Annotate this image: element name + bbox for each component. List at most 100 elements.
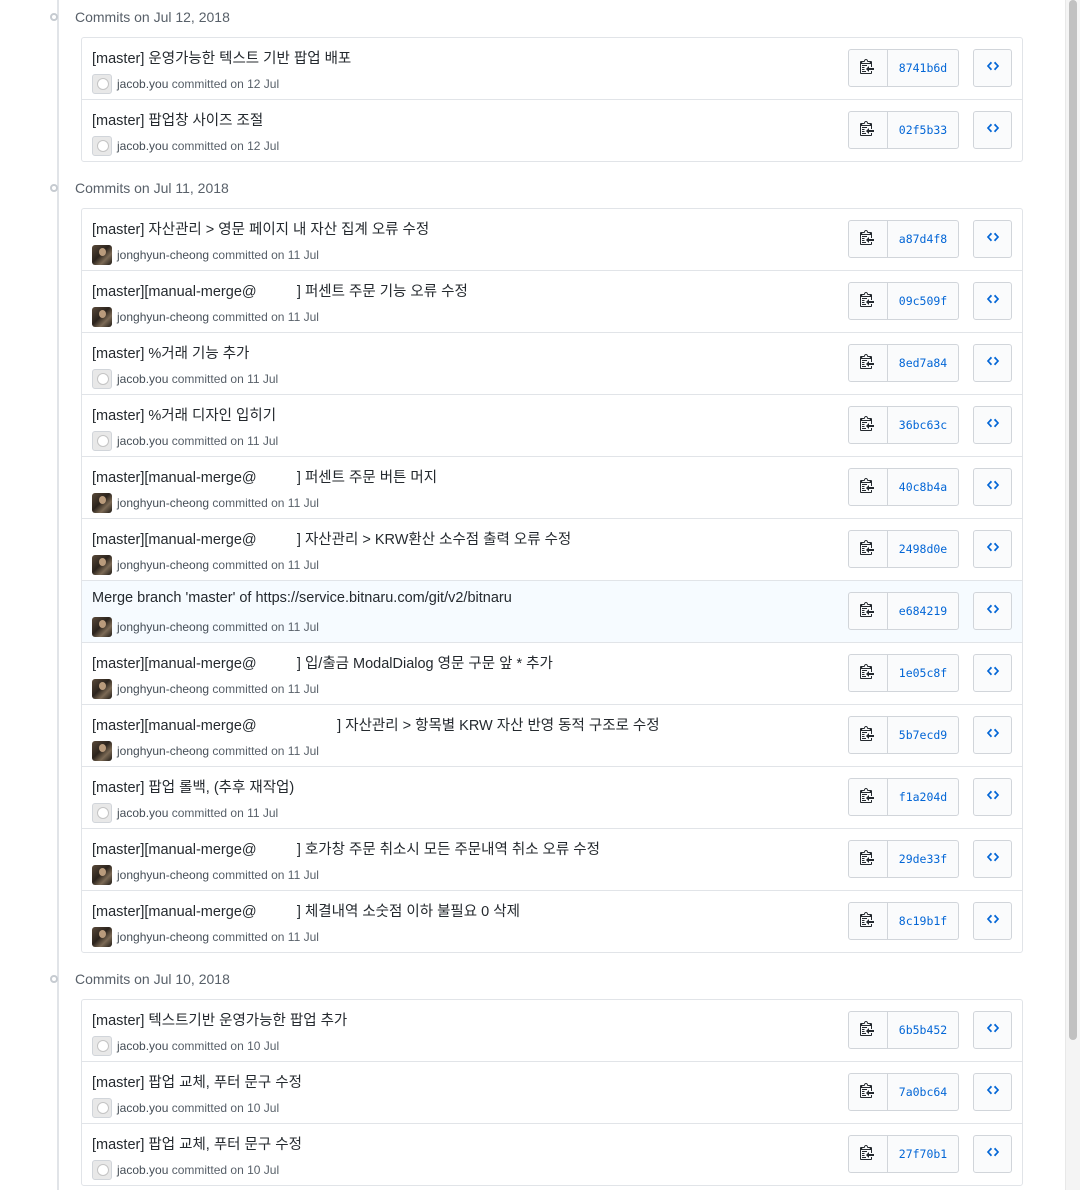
commit-sha-link[interactable]: 8ed7a84: [888, 345, 958, 381]
copy-sha-button[interactable]: [849, 221, 888, 257]
browse-repository-button[interactable]: [973, 592, 1012, 630]
commit-author-link[interactable]: jonghyun-cheong: [117, 744, 209, 758]
copy-sha-button[interactable]: [849, 112, 888, 148]
browse-repository-button[interactable]: [973, 778, 1012, 816]
commit-message-link[interactable]: [master] 팝업창 사이즈 조절: [92, 109, 263, 130]
copy-sha-button[interactable]: [849, 1012, 888, 1048]
copy-sha-button[interactable]: [849, 841, 888, 877]
browse-repository-button[interactable]: [973, 282, 1012, 320]
commit-sha-link[interactable]: 40c8b4a: [888, 469, 958, 505]
commit-author-link[interactable]: jacob.you: [117, 77, 168, 91]
commit-message-link[interactable]: [master] 팝업 교체, 푸터 문구 수정: [92, 1071, 302, 1092]
commit-sha-link[interactable]: 02f5b33: [888, 112, 958, 148]
avatar[interactable]: [92, 803, 112, 823]
avatar[interactable]: [92, 136, 112, 156]
avatar[interactable]: [92, 927, 112, 947]
avatar[interactable]: [92, 245, 112, 265]
copy-sha-button[interactable]: [849, 531, 888, 567]
commit-sha-link[interactable]: 2498d0e: [888, 531, 958, 567]
avatar[interactable]: [92, 307, 112, 327]
copy-sha-button[interactable]: [849, 469, 888, 505]
commit-sha-link[interactable]: 5b7ecd9: [888, 717, 958, 753]
commit-message-link[interactable]: [master] 자산관리 > 영문 페이지 내 자산 집계 오류 수정: [92, 218, 429, 239]
commit-author-link[interactable]: jacob.you: [117, 1101, 168, 1115]
commit-author-link[interactable]: jonghyun-cheong: [117, 310, 209, 324]
browse-repository-button[interactable]: [973, 406, 1012, 444]
commit-sha-link[interactable]: 29de33f: [888, 841, 958, 877]
browse-repository-button[interactable]: [973, 49, 1012, 87]
commit-sha-link[interactable]: f1a204d: [888, 779, 958, 815]
commit-sha-link[interactable]: 7a0bc64: [888, 1074, 958, 1110]
browse-repository-button[interactable]: [973, 1073, 1012, 1111]
avatar[interactable]: [92, 1098, 112, 1118]
browse-repository-button[interactable]: [973, 468, 1012, 506]
commit-message-link[interactable]: [master][manual-merge@ ] 호가창 주문 취소시 모든 주…: [92, 838, 600, 859]
commit-message-link[interactable]: [master] 팝업 교체, 푸터 문구 수정: [92, 1133, 302, 1154]
copy-sha-button[interactable]: [849, 593, 888, 629]
avatar[interactable]: [92, 493, 112, 513]
browse-repository-button[interactable]: [973, 1135, 1012, 1173]
copy-sha-button[interactable]: [849, 407, 888, 443]
copy-sha-button[interactable]: [849, 50, 888, 86]
commit-sha-link[interactable]: 8c19b1f: [888, 903, 958, 939]
commit-sha-link[interactable]: 1e05c8f: [888, 655, 958, 691]
copy-sha-button[interactable]: [849, 1136, 888, 1172]
commit-author-link[interactable]: jacob.you: [117, 1039, 168, 1053]
copy-sha-button[interactable]: [849, 345, 888, 381]
avatar[interactable]: [92, 74, 112, 94]
commit-author-link[interactable]: jacob.you: [117, 1163, 168, 1177]
commit-author-link[interactable]: jonghyun-cheong: [117, 868, 209, 882]
commit-author-link[interactable]: jacob.you: [117, 139, 168, 153]
commit-sha-link[interactable]: a87d4f8: [888, 221, 958, 257]
commit-author-link[interactable]: jacob.you: [117, 806, 168, 820]
avatar[interactable]: [92, 617, 112, 637]
scrollbar-thumb[interactable]: [1069, 0, 1077, 1040]
commit-author-link[interactable]: jonghyun-cheong: [117, 930, 209, 944]
commit-message-link[interactable]: [master] %거래 기능 추가: [92, 342, 249, 363]
copy-sha-button[interactable]: [849, 283, 888, 319]
commit-author-link[interactable]: jonghyun-cheong: [117, 682, 209, 696]
copy-sha-button[interactable]: [849, 1074, 888, 1110]
avatar[interactable]: [92, 1036, 112, 1056]
commit-message-link[interactable]: [master] %거래 디자인 입히기: [92, 404, 276, 425]
browse-repository-button[interactable]: [973, 344, 1012, 382]
browse-repository-button[interactable]: [973, 220, 1012, 258]
browse-repository-button[interactable]: [973, 902, 1012, 940]
commit-sha-link[interactable]: 6b5b452: [888, 1012, 958, 1048]
commit-message-link[interactable]: Merge branch 'master' of https://service…: [92, 590, 512, 606]
copy-sha-button[interactable]: [849, 717, 888, 753]
avatar[interactable]: [92, 1160, 112, 1180]
commit-message-link[interactable]: [master][manual-merge@ ] 퍼센트 주문 기능 오류 수정: [92, 280, 468, 301]
avatar[interactable]: [92, 369, 112, 389]
avatar[interactable]: [92, 679, 112, 699]
scrollbar[interactable]: [1065, 0, 1080, 1190]
browse-repository-button[interactable]: [973, 1011, 1012, 1049]
commit-author-link[interactable]: jonghyun-cheong: [117, 496, 209, 510]
commit-sha-link[interactable]: 09c509f: [888, 283, 958, 319]
copy-sha-button[interactable]: [849, 655, 888, 691]
commit-message-link[interactable]: [master][manual-merge@ ] 자산관리 > KRW환산 소수…: [92, 528, 571, 549]
commit-message-link[interactable]: [master] 운영가능한 텍스트 기반 팝업 배포: [92, 47, 351, 68]
browse-repository-button[interactable]: [973, 530, 1012, 568]
browse-repository-button[interactable]: [973, 654, 1012, 692]
commit-sha-link[interactable]: e684219: [888, 593, 958, 629]
browse-repository-button[interactable]: [973, 840, 1012, 878]
commit-message-link[interactable]: [master][manual-merge@ ] 자산관리 > 항목별 KRW …: [92, 714, 660, 735]
commit-author-link[interactable]: jacob.you: [117, 372, 168, 386]
avatar[interactable]: [92, 741, 112, 761]
browse-repository-button[interactable]: [973, 111, 1012, 149]
avatar[interactable]: [92, 555, 112, 575]
commit-message-link[interactable]: [master][manual-merge@ ] 퍼센트 주문 버튼 머지: [92, 466, 437, 487]
commit-author-link[interactable]: jacob.you: [117, 434, 168, 448]
commit-sha-link[interactable]: 36bc63c: [888, 407, 958, 443]
copy-sha-button[interactable]: [849, 779, 888, 815]
commit-author-link[interactable]: jonghyun-cheong: [117, 620, 209, 634]
copy-sha-button[interactable]: [849, 903, 888, 939]
browse-repository-button[interactable]: [973, 716, 1012, 754]
commit-message-link[interactable]: [master] 팝업 롤백, (추후 재작업): [92, 776, 294, 797]
commit-message-link[interactable]: [master] 텍스트기반 운영가능한 팝업 추가: [92, 1009, 347, 1030]
avatar[interactable]: [92, 865, 112, 885]
commit-message-link[interactable]: [master][manual-merge@ ] 체결내역 소숫점 이하 불필요…: [92, 900, 520, 921]
commit-message-link[interactable]: [master][manual-merge@ ] 입/출금 ModalDialo…: [92, 652, 553, 673]
commit-sha-link[interactable]: 8741b6d: [888, 50, 958, 86]
